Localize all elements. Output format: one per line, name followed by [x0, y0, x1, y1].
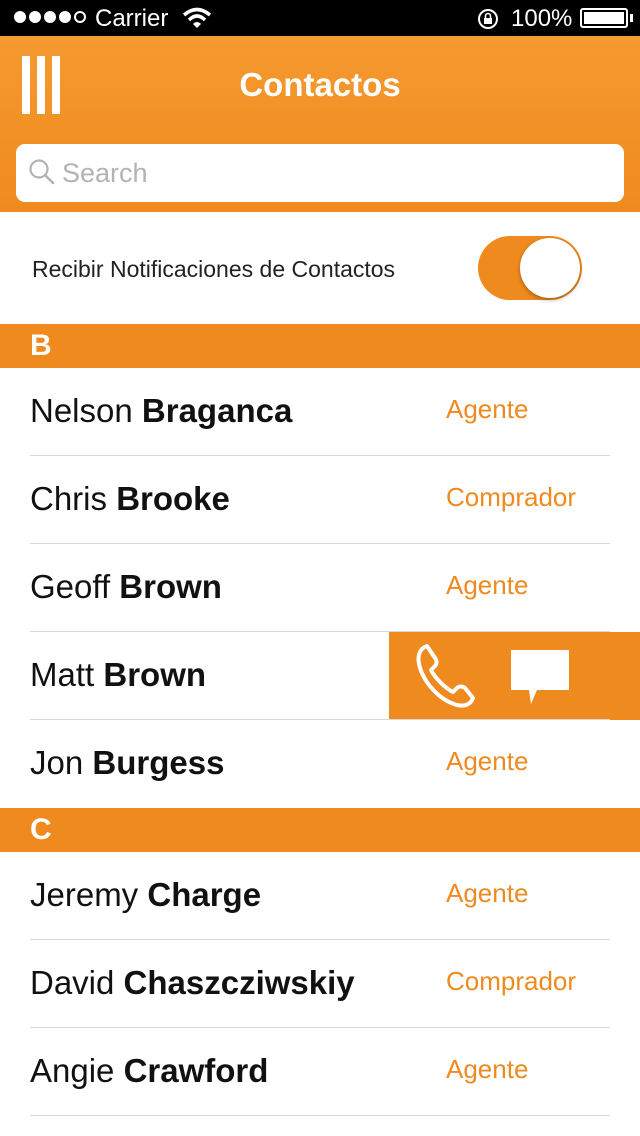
wifi-icon — [182, 6, 212, 35]
row-divider — [30, 1115, 610, 1116]
contact-role: Agente — [446, 878, 529, 908]
contact-role: Agente — [446, 1054, 529, 1084]
rotation-lock-icon — [476, 7, 500, 36]
notifications-row: Recibir Notificaciones de Contactos — [0, 212, 640, 324]
search-input[interactable] — [62, 152, 602, 194]
contact-name: David Chaszcziwskiy — [30, 964, 355, 1002]
battery-tip — [630, 14, 633, 22]
contact-role: Agente — [446, 746, 529, 776]
contact-row[interactable]: Jon Burgess Agente — [0, 720, 640, 808]
contact-first-name: Nelson — [30, 392, 133, 429]
contact-last-name: Brooke — [116, 480, 230, 517]
contact-row-swiped[interactable]: Matt Brown — [0, 632, 640, 720]
contact-role: Agente — [446, 570, 529, 600]
contact-first-name: Chris — [30, 480, 108, 517]
contact-name: Nelson Braganca — [30, 392, 292, 430]
contact-row[interactable]: Jeremy Charge Agente — [0, 852, 640, 940]
contact-role: Comprador — [446, 482, 577, 512]
contact-name: Jon Burgess — [30, 744, 224, 782]
nav-bar: Contactos — [0, 36, 640, 212]
contact-first-name: Jeremy — [30, 876, 139, 913]
search-icon — [28, 158, 56, 191]
notifications-label: Recibir Notificaciones de Contactos — [32, 256, 396, 282]
contact-name: Jeremy Charge — [30, 876, 261, 914]
phone-icon[interactable] — [413, 642, 479, 710]
contact-role: Comprador — [446, 966, 577, 996]
contact-role: Agente — [446, 394, 529, 424]
swipe-actions — [389, 632, 640, 720]
contact-name: Chris Brooke — [30, 480, 230, 518]
notifications-toggle[interactable] — [478, 236, 582, 300]
message-icon[interactable] — [507, 646, 573, 710]
contact-first-name: David — [30, 964, 115, 1001]
contact-first-name: Matt — [30, 656, 95, 693]
contact-row[interactable]: Nelson Braganca Agente — [0, 368, 640, 456]
contact-first-name: Angie — [30, 1052, 115, 1089]
contact-first-name: Geoff — [30, 568, 111, 605]
contact-name: Angie Crawford — [30, 1052, 268, 1090]
contact-last-name: Charge — [147, 876, 262, 913]
section-header-b: B — [0, 324, 640, 368]
page-title: Contactos — [239, 66, 401, 103]
contact-name: Matt Brown — [30, 656, 206, 694]
contact-row[interactable]: Chris Brooke Comprador — [0, 456, 640, 544]
carrier-label: Carrier — [95, 5, 169, 32]
contact-row[interactable]: David Chaszcziwskiy Comprador — [0, 940, 640, 1028]
toggle-knob — [520, 238, 580, 298]
status-bar: Carrier 100% — [0, 0, 640, 36]
battery-icon — [580, 8, 628, 28]
contact-first-name: Jon — [30, 744, 84, 781]
contact-row[interactable]: Geoff Brown Agente — [0, 544, 640, 632]
contact-last-name: Crawford — [123, 1052, 269, 1089]
contact-last-name: Braganca — [141, 392, 293, 429]
signal-strength-icon — [14, 11, 86, 23]
contact-last-name: Brown — [119, 568, 222, 605]
search-bar[interactable] — [16, 144, 624, 202]
battery-percent: 100% — [511, 5, 573, 32]
contact-name: Geoff Brown — [30, 568, 222, 606]
contact-last-name: Chaszcziwskiy — [123, 964, 355, 1001]
contact-last-name: Burgess — [92, 744, 225, 781]
contact-last-name: Brown — [103, 656, 207, 693]
section-header-c: C — [0, 808, 640, 852]
contact-row[interactable]: Angie Crawford Agente — [0, 1028, 640, 1116]
